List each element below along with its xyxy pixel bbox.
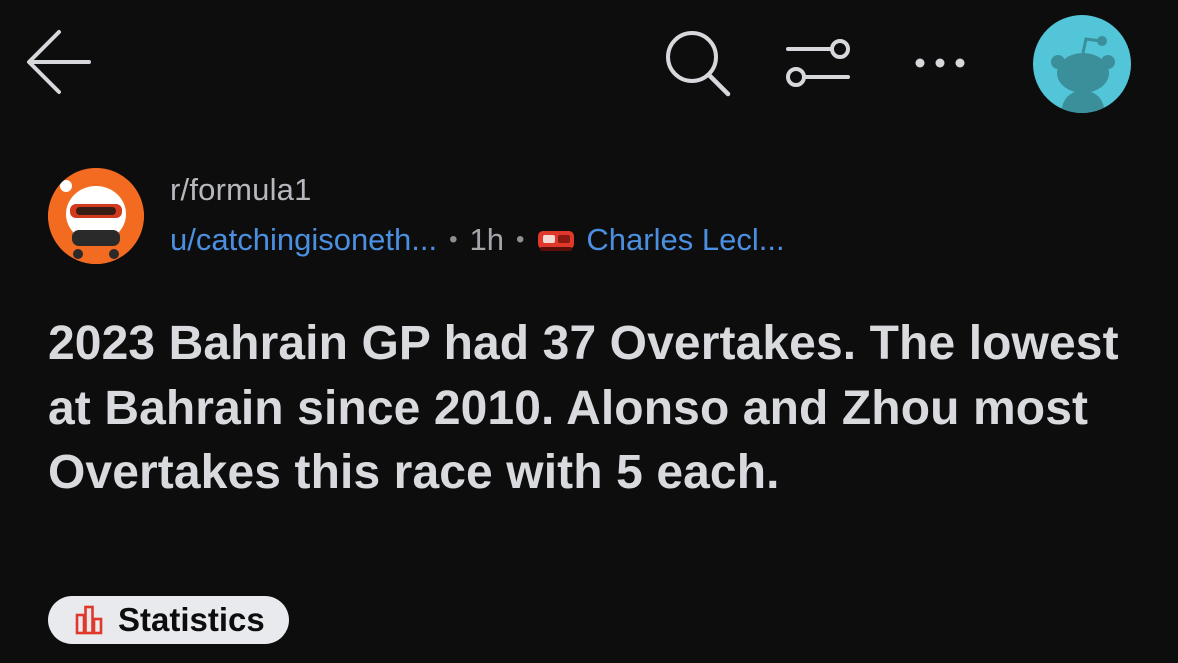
helmet-mascot-icon (48, 168, 144, 264)
post-time: 1h (469, 222, 505, 257)
arrow-left-icon (27, 30, 91, 94)
separator-dot: • (449, 226, 458, 253)
user-flair[interactable]: Charles Lecl... (586, 222, 784, 258)
bar-chart-icon (75, 605, 103, 635)
search-button[interactable] (657, 25, 737, 101)
sliders-icon (786, 39, 850, 87)
post-header: r/formula1 u/catchingisoneth... • 1h • C… (48, 168, 1148, 268)
subreddit-name[interactable]: r/formula1 (170, 172, 312, 208)
more-horizontal-icon (915, 58, 965, 68)
user-flair-icon (536, 225, 576, 255)
ferrari-car-icon (538, 231, 575, 251)
author-username[interactable]: u/catchingisoneth... (170, 222, 437, 258)
separator-dot: • (516, 226, 525, 253)
post-flair-label: Statistics (118, 601, 265, 638)
post-title[interactable]: 2023 Bahrain GP had 37 Overtakes. The lo… (48, 312, 1148, 506)
back-button[interactable] (18, 25, 100, 99)
search-icon (666, 31, 731, 97)
top-bar (0, 0, 1178, 130)
subreddit-avatar[interactable] (48, 168, 144, 264)
user-avatar-button[interactable] (1033, 15, 1131, 113)
post-page: r/formula1 u/catchingisoneth... • 1h • C… (0, 0, 1178, 663)
post-meta: u/catchingisoneth... • 1h • Charles Lecl… (170, 222, 785, 258)
post-flair-tag[interactable]: Statistics (48, 596, 289, 644)
filter-button[interactable] (778, 25, 858, 101)
more-options-button[interactable] (900, 25, 980, 101)
user-avatar-icon (1051, 36, 1115, 113)
